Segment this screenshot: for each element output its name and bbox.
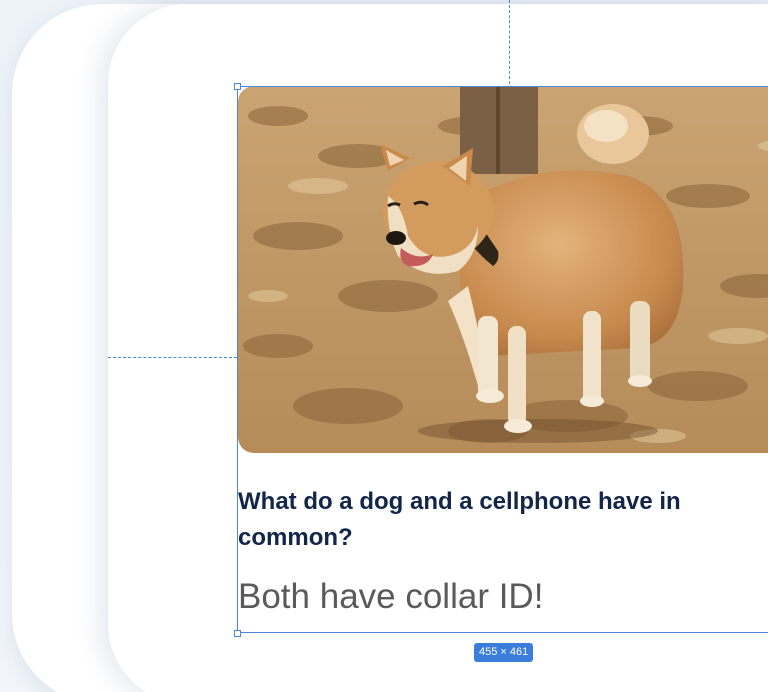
- dimensions-badge: 455 × 461: [474, 643, 534, 662]
- joke-question: What do a dog and a cellphone have in co…: [238, 488, 681, 551]
- resize-handle-bottom-left[interactable]: [234, 630, 241, 637]
- horizontal-guide-line: [108, 357, 237, 358]
- joke-answer: Both have collar ID!: [238, 577, 544, 616]
- canvas: What do a dog and a cellphone have in co…: [0, 0, 768, 692]
- vertical-guide-line: [509, 0, 510, 84]
- resize-handle-top-left[interactable]: [234, 83, 241, 90]
